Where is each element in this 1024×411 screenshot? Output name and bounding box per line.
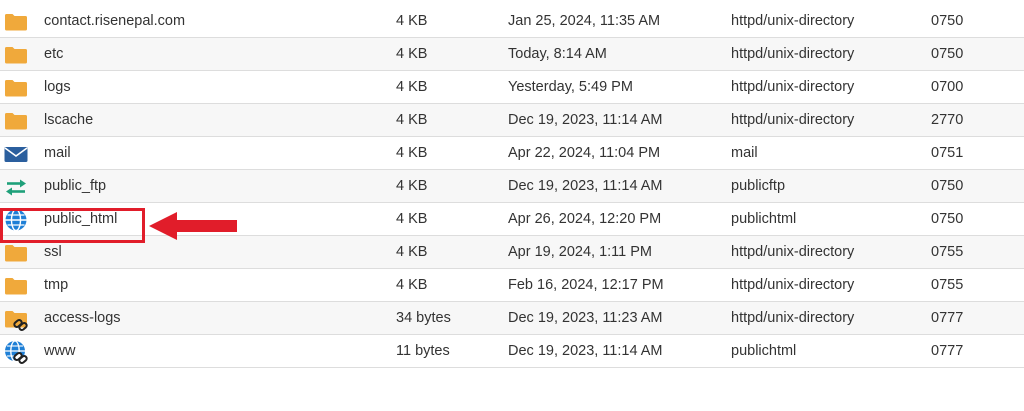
file-name[interactable]: www	[44, 335, 75, 368]
file-last-modified: Apr 22, 2024, 11:04 PM	[508, 145, 661, 161]
file-permissions[interactable]: 0750	[931, 170, 963, 203]
file-permissions[interactable]: 0700	[931, 71, 963, 104]
file-size: 4 KB	[396, 79, 428, 95]
file-permissions[interactable]: 0755	[931, 269, 963, 302]
file-last-modified: Apr 26, 2024, 12:20 PM	[508, 211, 662, 227]
transfer-arrows-icon	[4, 175, 28, 199]
file-type: httpd/unix-directory	[731, 244, 855, 260]
file-permissions[interactable]: 0751	[931, 137, 963, 170]
file-name[interactable]: access-logs	[44, 302, 121, 335]
file-type: publichtml	[731, 211, 797, 227]
file-permissions[interactable]: 0777	[931, 302, 963, 335]
file-name[interactable]: public_ftp	[44, 170, 106, 203]
folder-icon	[4, 274, 28, 298]
file-name[interactable]: tmp	[44, 269, 68, 302]
file-type: mail	[731, 145, 758, 161]
file-list-table: contact.risenepal.com 4 KB Jan 25, 2024, 1…	[0, 5, 1024, 368]
file-permissions[interactable]: 0777	[931, 335, 963, 368]
file-last-modified: Today, 8:14 AM	[508, 46, 607, 62]
table-row[interactable]: etc 4 KB Today, 8:14 AM httpd/unix-director…	[0, 38, 1024, 71]
file-name[interactable]: etc	[44, 38, 63, 71]
file-last-modified: Dec 19, 2023, 11:23 AM	[508, 310, 663, 326]
file-type: httpd/unix-directory	[731, 112, 855, 128]
file-last-modified: Dec 19, 2023, 11:14 AM	[508, 178, 663, 194]
file-permissions[interactable]: 0750	[931, 38, 963, 71]
file-permissions[interactable]: 0755	[931, 236, 963, 269]
red-arrow-annotation-icon	[147, 210, 239, 242]
table-row[interactable]: access-logs 34 bytes Dec 19, 2023, 11:23 A…	[0, 302, 1024, 335]
file-type: httpd/unix-directory	[731, 277, 855, 293]
file-last-modified: Yesterday, 5:49 PM	[508, 79, 633, 95]
file-size: 4 KB	[396, 112, 428, 128]
file-type: publichtml	[731, 343, 797, 359]
folder-icon	[4, 241, 28, 265]
table-row[interactable]: public_ftp 4 KB Dec 19, 2023, 11:14 AM publ…	[0, 170, 1024, 203]
table-row[interactable]: contact.risenepal.com 4 KB Jan 25, 2024, 1…	[0, 5, 1024, 38]
globe-link-icon	[4, 340, 28, 364]
table-row[interactable]: www 11 bytes Dec 19, 2023, 11:14 AM publich…	[0, 335, 1024, 368]
file-permissions[interactable]: 0750	[931, 203, 963, 236]
highlight-box	[0, 208, 145, 243]
folder-icon	[4, 109, 28, 133]
file-last-modified: Jan 25, 2024, 11:35 AM	[508, 13, 661, 29]
file-name[interactable]: mail	[44, 137, 71, 170]
file-last-modified: Apr 19, 2024, 1:11 PM	[508, 244, 653, 260]
file-size: 4 KB	[396, 211, 428, 227]
mail-envelope-icon	[4, 142, 28, 166]
file-type: publicftp	[731, 178, 786, 194]
folder-icon	[4, 76, 28, 100]
table-row[interactable]: tmp 4 KB Feb 16, 2024, 12:17 PM httpd/unix-…	[0, 269, 1024, 302]
file-last-modified: Dec 19, 2023, 11:14 AM	[508, 343, 663, 359]
file-size: 11 bytes	[396, 343, 450, 359]
file-size: 4 KB	[396, 46, 428, 62]
file-name[interactable]: logs	[44, 71, 71, 104]
file-size: 4 KB	[396, 277, 428, 293]
file-last-modified: Dec 19, 2023, 11:14 AM	[508, 112, 663, 128]
file-size: 4 KB	[396, 145, 428, 161]
file-type: httpd/unix-directory	[731, 79, 855, 95]
folder-link-icon	[4, 307, 28, 331]
file-name[interactable]: lscache	[44, 104, 93, 137]
file-size: 4 KB	[396, 13, 428, 29]
file-name[interactable]: contact.risenepal.com	[44, 5, 185, 38]
file-type: httpd/unix-directory	[731, 46, 855, 62]
table-row[interactable]: lscache 4 KB Dec 19, 2023, 11:14 AM httpd/u…	[0, 104, 1024, 137]
file-last-modified: Feb 16, 2024, 12:17 PM	[508, 277, 664, 293]
folder-icon	[4, 43, 28, 67]
table-row[interactable]: logs 4 KB Yesterday, 5:49 PM httpd/unix-dir…	[0, 71, 1024, 104]
folder-icon	[4, 10, 28, 34]
file-size: 4 KB	[396, 244, 428, 260]
file-size: 4 KB	[396, 178, 428, 194]
table-row[interactable]: mail 4 KB Apr 22, 2024, 11:04 PM mail 0751	[0, 137, 1024, 170]
file-size: 34 bytes	[396, 310, 451, 326]
file-type: httpd/unix-directory	[731, 310, 855, 326]
file-permissions[interactable]: 2770	[931, 104, 963, 137]
file-permissions[interactable]: 0750	[931, 5, 963, 38]
file-type: httpd/unix-directory	[731, 13, 855, 29]
